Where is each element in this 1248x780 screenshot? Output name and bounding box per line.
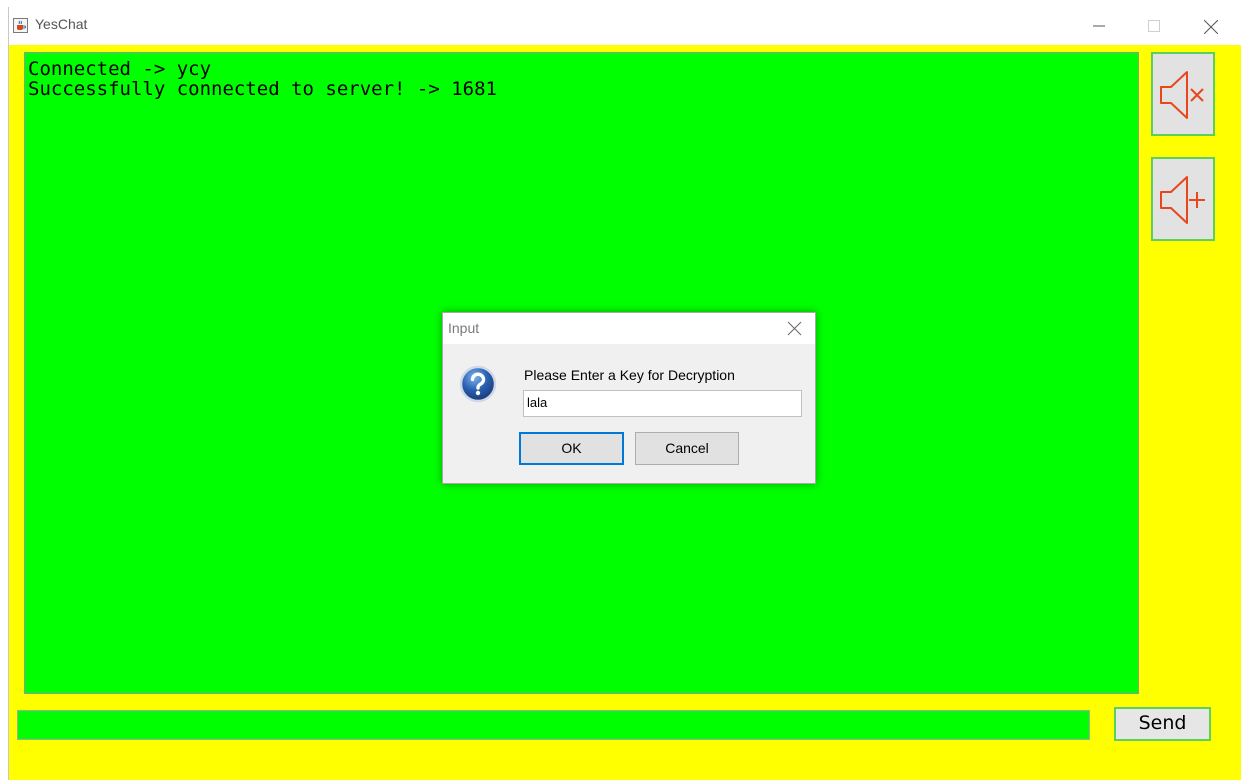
java-coffee-icon[interactable]: [13, 18, 28, 33]
minimize-icon: [1093, 25, 1105, 27]
send-button[interactable]: Send: [1114, 707, 1211, 741]
key-input[interactable]: lala: [523, 390, 802, 417]
maximize-button[interactable]: [1131, 7, 1177, 45]
close-button[interactable]: [1187, 7, 1233, 45]
close-icon: [787, 321, 802, 336]
speaker-plus-icon: [1160, 176, 1205, 224]
ok-button[interactable]: OK: [519, 432, 624, 465]
cancel-button[interactable]: Cancel: [635, 432, 739, 465]
volume-up-button[interactable]: [1151, 157, 1215, 241]
chat-line: Successfully connected to server! -> 168…: [28, 78, 497, 100]
speaker-mute-icon: [1160, 71, 1204, 119]
minimize-button[interactable]: [1076, 7, 1122, 45]
dialog-close-button[interactable]: [787, 321, 803, 337]
mute-button[interactable]: [1151, 52, 1215, 136]
question-icon: [458, 364, 498, 404]
input-dialog: Input Please Enter a Key for Decryption …: [442, 312, 816, 484]
window-title: YesChat: [35, 16, 88, 32]
title-bar[interactable]: YesChat: [9, 7, 1241, 45]
close-icon: [1204, 20, 1218, 34]
dialog-title: Input: [448, 320, 480, 336]
dialog-prompt: Please Enter a Key for Decryption: [524, 367, 735, 383]
dialog-title-bar[interactable]: Input: [443, 313, 815, 344]
message-input[interactable]: [17, 710, 1090, 740]
maximize-icon: [1148, 20, 1160, 32]
chat-line: Connected -> ycy: [28, 58, 212, 80]
